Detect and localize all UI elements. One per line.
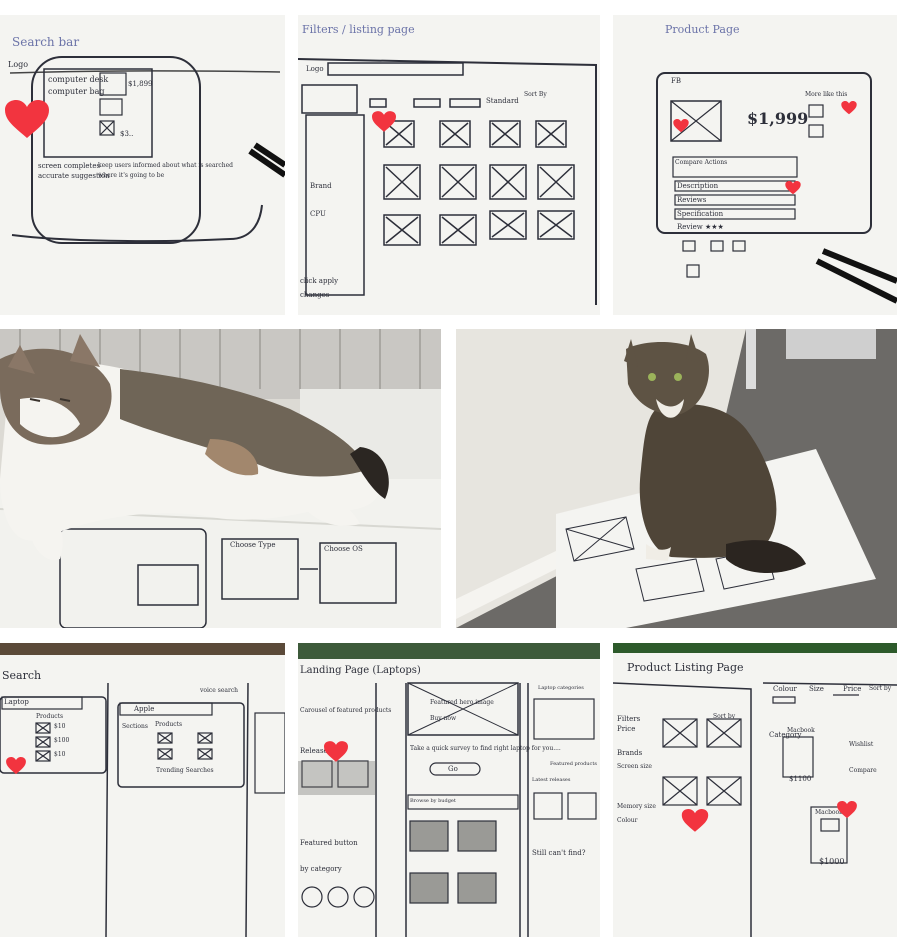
sketch-note: changes [300,291,330,299]
sketch-note: Wishlist [849,741,874,748]
sketch-note: Featured hero image [430,699,494,706]
sketch-title: Search bar [12,35,80,49]
landing-page-sketch: Landing Page (Laptops) Carousel of featu… [298,643,600,937]
search-bar-sketch: Search bar Logo computer desk computer b… [0,15,285,315]
sketch-note: Sort by [713,713,736,720]
sketch-note: click apply [300,277,339,285]
sketch-note: Choose Type [230,541,276,549]
sketch-note: keep users informed about what is search… [98,162,234,169]
sketch-note: Products [36,713,64,720]
heart-icon [372,111,396,132]
sketch-note: voice search [200,687,239,694]
filters-listing-drawing [298,58,597,305]
sketch-note: Filters [617,715,641,723]
sketch-note: Reviews [677,196,707,204]
sketch-note: screen completes [38,162,101,170]
cat-lying-photo: Choose Type Choose OS [0,329,441,628]
sketch-note: Laptop categories [538,685,584,691]
sketch-note: Products [155,721,183,728]
sketch-note: Compare Actions [675,159,728,166]
sketch-note: Latest releases [532,777,571,783]
sketch-note: Macbook [787,727,815,734]
sketch-note: $3.. [120,130,134,138]
sketch-note: Featured button [300,839,358,847]
product-listing-sketch: Product Listing Page Filters Price Brand… [613,643,897,937]
sketch-note: Logo [8,60,29,69]
sketch-note: Sections [122,723,148,730]
sketch-note: Logo [306,65,324,73]
heart-icon [673,119,689,133]
cat-sitting-photo [456,329,897,628]
sketch-note: Carousel of featured products [300,707,392,714]
sketch-title: Product Listing Page [627,661,744,674]
sketch-note: where it's going to be [98,172,165,179]
sketch-price: $1,999 [747,109,809,128]
sketch-note: $100 [54,737,70,744]
sketch-note: $10 [54,751,66,758]
sketch-note: Size [809,685,824,693]
sketch-title: Landing Page (Laptops) [300,665,421,676]
sketch-title: Filters / listing page [302,23,415,36]
sketch-note: Featured products [550,761,597,767]
sketch-note: Price [617,725,636,733]
sketch-note: Review ★★★ [677,223,724,231]
sketch-note: Price [843,685,862,693]
heart-icon [681,809,709,832]
heart-icon [837,801,857,819]
sketch-note: computer desk [48,75,109,84]
heart-icon [841,101,857,115]
sketch-note: Colour [773,685,797,693]
sketch-note: $1000 [819,857,845,866]
sketch-note: Choose OS [324,545,363,553]
sketch-note: Colour [617,817,638,824]
product-page-sketch: Product Page FB $1,999 More like this Co… [613,15,897,315]
search-dropdown-drawing [0,643,285,937]
cat-sitting-scene [456,329,876,628]
sketch-note: Screen size [617,763,652,770]
sketch-note: Brand [310,182,332,190]
sketch-note: $1,899 [128,80,153,88]
sketch-note: CPU [310,210,326,218]
product-page-drawing [656,72,897,304]
sketch-note: Still can't find? [532,849,586,857]
sketch-note: $10 [54,723,66,730]
sketch-note: by category [300,865,342,873]
sketch-note: Browse by budget [410,798,456,804]
cat-lying-scene [0,329,441,628]
search-dropdown-sketch: Search Laptop Products voice search Appl… [0,643,285,937]
heart-icon [6,757,26,775]
sketch-title: Product Page [665,23,740,36]
sketch-note: Memory size [617,803,656,810]
sketch-note: Apple [134,705,155,713]
sketch-note: Go [448,765,458,773]
sketch-note: Buy now [430,715,457,722]
sketch-note: Sort by [869,685,892,692]
heart-icon [5,100,49,138]
filters-listing-sketch: Filters / listing page Logo Standard Sor… [298,15,600,315]
heart-icon [785,181,801,195]
heart-icon [324,741,348,762]
sketch-title: Search [2,669,42,682]
sketch-note: computer bag [48,87,105,96]
sketch-note: Brands [617,749,643,757]
sketch-note: More like this [805,91,848,98]
sketch-note: FB [671,77,682,85]
sketch-note: Laptop [4,698,29,706]
sketch-note: Sort By [524,91,547,98]
sketch-note: Take a quick survey to find right laptop… [410,745,561,752]
sketch-note: Standard [486,97,519,105]
sketch-note: Specification [677,210,724,218]
sketch-note: Description [677,182,719,190]
sketch-note: Trending Searches [156,767,214,774]
sketch-note: Compare [849,767,877,774]
sketch-note: $1100 [789,775,812,783]
